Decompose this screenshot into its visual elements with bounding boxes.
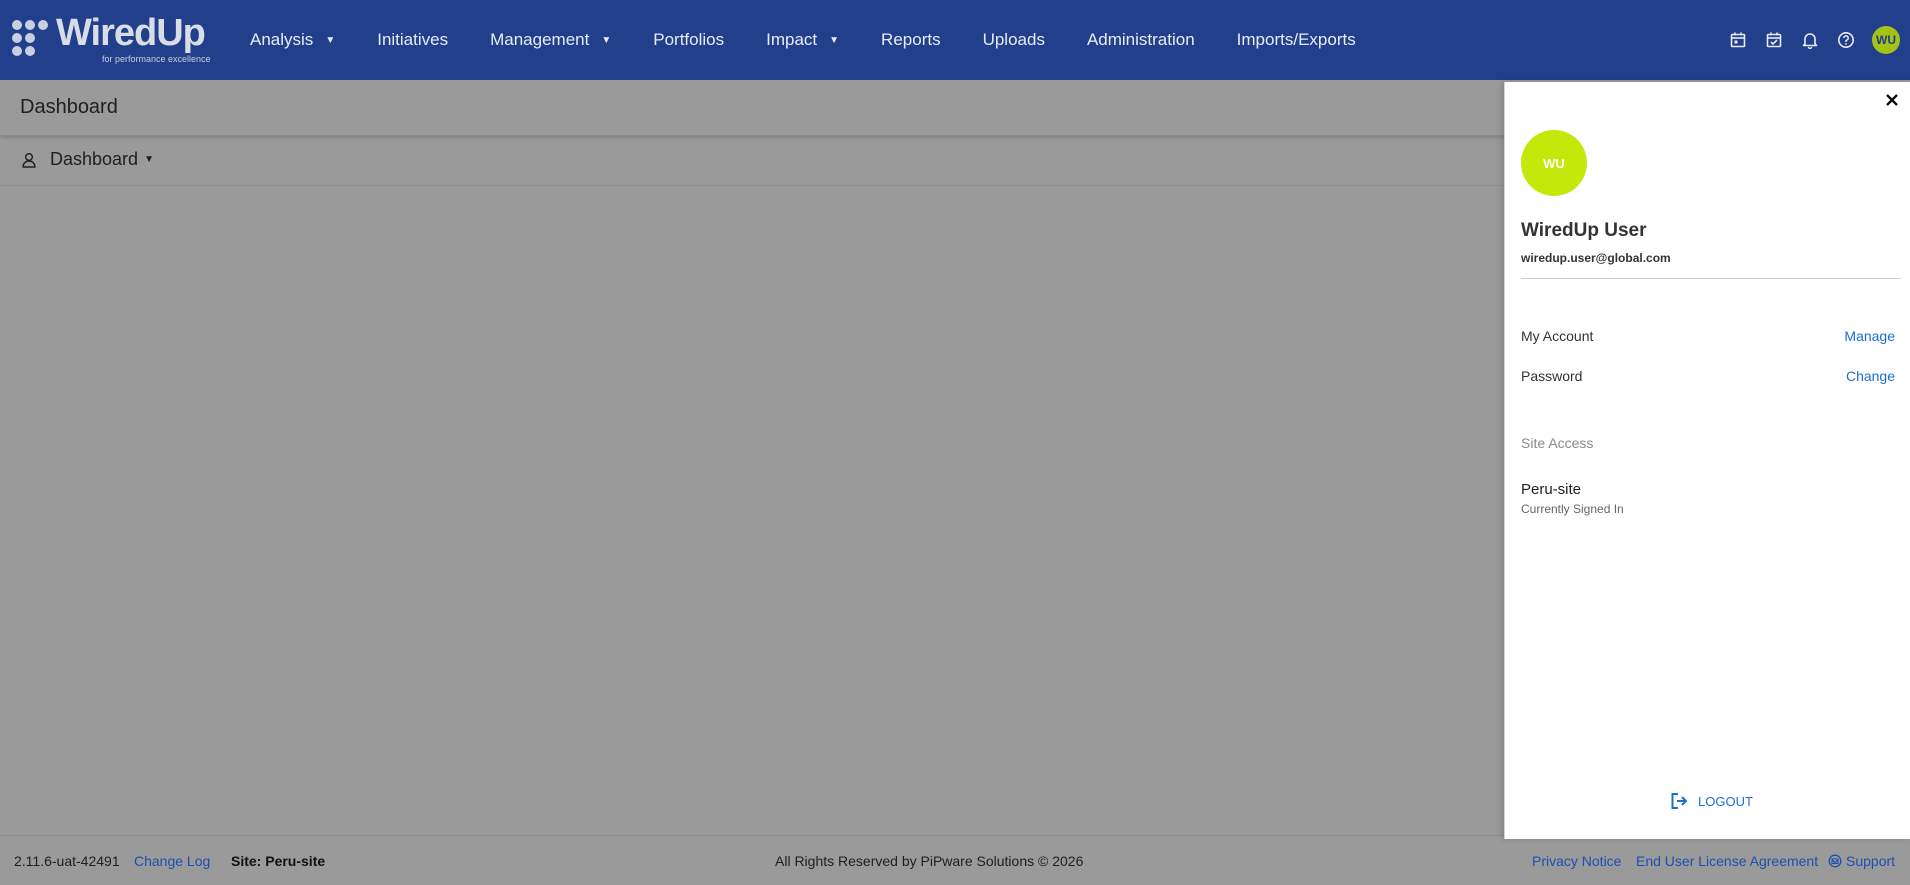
caret-down-icon: ▼	[601, 34, 612, 46]
calendar-icon[interactable]	[1726, 28, 1750, 52]
page-title: Dashboard	[20, 96, 118, 118]
privacy-notice-link[interactable]: Privacy Notice	[1532, 853, 1621, 869]
password-row: Password Change	[1521, 368, 1895, 384]
change-log-link[interactable]: Change Log	[134, 853, 210, 869]
profile-avatar: WU	[1521, 130, 1587, 196]
nav-impact-label: Impact	[766, 30, 818, 49]
nav-portfolios-label: Portfolios	[653, 30, 725, 49]
change-password-link[interactable]: Change	[1846, 368, 1895, 384]
app-version: 2.11.6-uat-42491	[14, 853, 120, 869]
nav-reports[interactable]: Reports	[881, 30, 941, 50]
site-name[interactable]: Peru-site	[1521, 481, 1581, 498]
logout-label: LOGOUT	[1698, 793, 1753, 809]
nav-analysis[interactable]: Analysis ▼	[250, 30, 335, 50]
help-icon[interactable]	[1834, 28, 1858, 52]
nav-management[interactable]: Management ▼	[490, 30, 611, 50]
caret-down-icon: ▼	[829, 34, 840, 46]
support-link[interactable]: Support	[1828, 853, 1895, 869]
nav-icon-group: WU	[1726, 0, 1910, 80]
my-account-row: My Account Manage	[1521, 328, 1895, 344]
my-account-label: My Account	[1521, 328, 1594, 344]
footer: 2.11.6-uat-42491 Change Log Site: Peru-s…	[0, 835, 1910, 885]
current-site-label: Site: Peru-site	[231, 853, 326, 869]
divider	[1521, 278, 1901, 279]
nav-uploads-label: Uploads	[982, 30, 1045, 49]
password-label: Password	[1521, 368, 1583, 384]
copyright-text: All Rights Reserved by PiPware Solutions…	[775, 853, 1084, 869]
nav-reports-label: Reports	[881, 30, 941, 49]
nav-analysis-label: Analysis	[250, 30, 314, 49]
nav-portfolios[interactable]: Portfolios	[653, 30, 724, 50]
site-access-heading: Site Access	[1521, 435, 1594, 451]
nav-imports-exports[interactable]: Imports/Exports	[1237, 30, 1356, 50]
profile-name: WiredUp User	[1521, 220, 1647, 241]
top-navbar: WiredUp for performance excellence Analy…	[0, 0, 1910, 80]
close-icon[interactable]	[1880, 88, 1904, 112]
support-link-label: Support	[1846, 853, 1896, 869]
nav-administration[interactable]: Administration	[1087, 30, 1195, 50]
bell-icon[interactable]	[1798, 28, 1822, 52]
eula-link[interactable]: End User License Agreement	[1636, 853, 1818, 869]
user-avatar-button[interactable]: WU	[1872, 26, 1900, 54]
main-menu: Analysis ▼ Initiatives Management ▼ Portfo…	[250, 0, 1398, 80]
nav-imports-exports-label: Imports/Exports	[1236, 30, 1356, 49]
nav-impact[interactable]: Impact ▼	[766, 30, 839, 50]
logo-tagline: for performance excellence	[102, 54, 211, 64]
support-icon	[1828, 854, 1842, 868]
logo-dots-icon	[12, 18, 52, 58]
person-icon	[22, 152, 36, 168]
nav-management-label: Management	[490, 30, 590, 49]
dashboard-selector-label: Dashboard	[50, 149, 139, 169]
dashboard-selector[interactable]: Dashboard ▼	[20, 149, 154, 170]
nav-uploads[interactable]: Uploads	[983, 30, 1045, 50]
site-status: Currently Signed In	[1521, 502, 1624, 516]
caret-down-icon: ▼	[144, 154, 154, 165]
manage-account-link[interactable]: Manage	[1844, 328, 1895, 344]
wiredup-logo[interactable]: WiredUp for performance excellence	[12, 12, 217, 66]
caret-down-icon: ▼	[325, 34, 336, 46]
logo-wordmark: WiredUp	[56, 12, 206, 54]
nav-initiatives[interactable]: Initiatives	[377, 30, 448, 50]
nav-initiatives-label: Initiatives	[377, 30, 449, 49]
logout-button[interactable]: LOGOUT	[1670, 792, 1753, 810]
user-profile-panel: WU WiredUp User wiredup.user@global.com …	[1504, 82, 1910, 839]
logout-icon	[1671, 793, 1688, 809]
nav-administration-label: Administration	[1086, 30, 1195, 49]
calendar-check-icon[interactable]	[1762, 28, 1786, 52]
profile-email: wiredup.user@global.com	[1521, 251, 1671, 265]
